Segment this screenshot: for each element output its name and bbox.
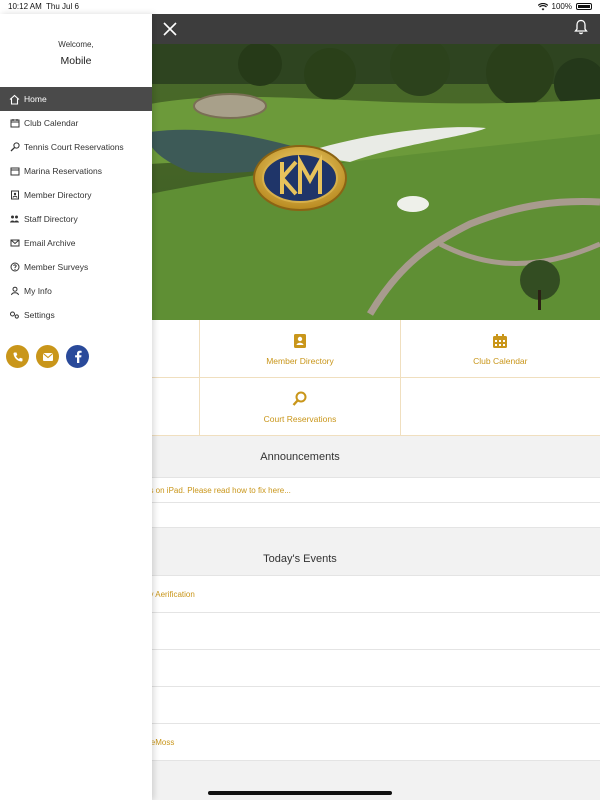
battery-percent: 100% bbox=[551, 2, 572, 11]
battery-icon bbox=[576, 3, 592, 10]
envelope-icon bbox=[42, 352, 53, 361]
tile-label: Club Calendar bbox=[473, 355, 528, 366]
menu-item-my-info[interactable]: My Info bbox=[0, 279, 152, 303]
welcome-block: Welcome, Mobile bbox=[0, 14, 152, 87]
menu-item-home[interactable]: Home bbox=[0, 87, 152, 111]
close-menu-button[interactable] bbox=[160, 19, 180, 39]
menu-item-settings[interactable]: Settings bbox=[0, 303, 152, 327]
wifi-icon bbox=[537, 2, 548, 10]
phone-icon bbox=[13, 352, 22, 361]
menu-item-member-surveys[interactable]: Member Surveys bbox=[0, 255, 152, 279]
user-name: Mobile bbox=[60, 55, 92, 67]
facebook-icon bbox=[74, 350, 82, 363]
menu-item-label: Settings bbox=[24, 310, 55, 320]
side-drawer: Welcome, Mobile Home Club Calendar Tenni… bbox=[0, 14, 152, 800]
menu-item-label: Club Calendar bbox=[24, 118, 79, 128]
welcome-text: Welcome, bbox=[58, 40, 94, 49]
menu-item-marina-reservations[interactable]: Marina Reservations bbox=[0, 159, 152, 183]
facebook-button[interactable] bbox=[66, 345, 89, 368]
menu-item-tennis-court-reservations[interactable]: Tennis Court Reservations bbox=[0, 135, 152, 159]
address-book-icon bbox=[9, 190, 20, 201]
gear-icon bbox=[9, 310, 20, 321]
status-right: 100% bbox=[537, 2, 592, 11]
menu-item-label: Home bbox=[24, 94, 47, 104]
status-date: Thu Jul 6 bbox=[46, 2, 79, 11]
user-icon bbox=[9, 286, 20, 297]
tile-club-calendar[interactable]: Club Calendar bbox=[400, 320, 600, 378]
menu-item-label: Member Directory bbox=[24, 190, 92, 200]
address-book-icon bbox=[291, 332, 309, 350]
question-icon bbox=[9, 262, 20, 273]
tile-label: Court Reservations bbox=[263, 413, 337, 424]
social-links bbox=[0, 345, 152, 368]
anchor-icon bbox=[9, 166, 20, 177]
calendar-icon bbox=[9, 118, 20, 129]
status-time: 10:12 AM bbox=[8, 2, 42, 11]
menu-item-member-directory[interactable]: Member Directory bbox=[0, 183, 152, 207]
calendar-icon bbox=[491, 332, 509, 350]
racquet-icon bbox=[9, 142, 20, 153]
menu-item-club-calendar[interactable]: Club Calendar bbox=[0, 111, 152, 135]
email-button[interactable] bbox=[36, 345, 59, 368]
menu-item-label: Tennis Court Reservations bbox=[24, 142, 124, 152]
tile-label: Member Directory bbox=[266, 355, 334, 366]
search-icon bbox=[291, 390, 309, 408]
menu-item-label: My Info bbox=[24, 286, 52, 296]
envelope-icon bbox=[9, 238, 20, 249]
menu-item-label: Email Archive bbox=[24, 238, 76, 248]
menu-item-label: Staff Directory bbox=[24, 214, 78, 224]
bell-icon bbox=[574, 19, 588, 35]
home-indicator[interactable] bbox=[208, 791, 392, 795]
quick-link-empty bbox=[400, 378, 600, 436]
tile-member-directory[interactable]: Member Directory bbox=[200, 320, 401, 378]
status-bar: 10:12 AM Thu Jul 6 100% bbox=[0, 0, 600, 14]
call-button[interactable] bbox=[6, 345, 29, 368]
menu-item-label: Member Surveys bbox=[24, 262, 89, 272]
notifications-button[interactable] bbox=[574, 19, 594, 39]
menu-item-email-archive[interactable]: Email Archive bbox=[0, 231, 152, 255]
menu-item-label: Marina Reservations bbox=[24, 166, 102, 176]
tile-court-reservations[interactable]: Court Reservations bbox=[200, 378, 401, 436]
users-icon bbox=[9, 214, 20, 225]
home-icon bbox=[9, 94, 20, 105]
menu-item-staff-directory[interactable]: Staff Directory bbox=[0, 207, 152, 231]
close-icon bbox=[163, 22, 177, 36]
